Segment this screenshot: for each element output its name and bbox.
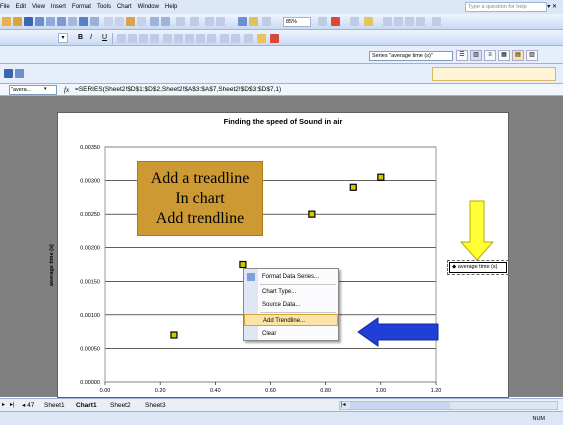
data-point	[349, 183, 357, 191]
status-bar: NUM	[0, 411, 563, 425]
data-point	[239, 260, 247, 269]
scroll-left-icon[interactable]: |◂	[341, 401, 346, 408]
menu-item-chart-type[interactable]: Chart Type...	[244, 286, 338, 298]
excel-window: File Edit View Insert Format Tools Chart…	[0, 0, 563, 425]
legend-entry: average time (s)	[457, 264, 498, 270]
y-tick-label: 0.00150	[80, 279, 100, 285]
menu-item-format-data-series[interactable]: Format Data Series...	[244, 271, 338, 283]
data-point	[170, 331, 178, 339]
scatter-chart: 0.00000 0.00050 0.00100 0.00150 0.00200 0.002…	[80, 145, 495, 394]
y-tick-label: 0.00350	[80, 145, 100, 151]
horizontal-scrollbar[interactable]: |◂	[339, 401, 558, 410]
instruction-callout: Add a treadline In chart Add trendline	[137, 161, 263, 236]
menu-item-source-data[interactable]: Source Data...	[244, 299, 338, 311]
x-tick-label: 1.00	[375, 388, 386, 394]
sheet-count: ◂ 47	[22, 402, 35, 409]
data-point	[308, 210, 316, 218]
menu-item-label: Add Trendline...	[263, 318, 306, 324]
menu-item-label: Clear	[262, 331, 277, 337]
yellow-arrow-shape	[459, 200, 495, 261]
menu-separator	[260, 312, 336, 313]
y-tick-label: 0.00100	[80, 313, 100, 319]
format-series-icon	[247, 273, 255, 281]
callout-line-3: Add trendline	[155, 209, 245, 227]
menu-item-add-trendline[interactable]: Add Trendline...	[244, 314, 338, 326]
y-tick-label: 0.00000	[80, 380, 100, 386]
menu-item-label: Format Data Series...	[262, 274, 320, 280]
next-sheet-icon[interactable]: ▸|	[10, 400, 15, 411]
tab-sheet2[interactable]: Sheet2	[110, 400, 131, 411]
y-tick-label: 0.00300	[80, 179, 100, 185]
blue-arrow-shape	[357, 317, 439, 347]
first-sheet-icon[interactable]: ▸	[2, 400, 5, 411]
x-tick-label: 0.80	[320, 388, 331, 394]
sheet-count-value: 47	[27, 402, 35, 409]
x-tick-label: 0.60	[265, 388, 276, 394]
tab-sheet3[interactable]: Sheet3	[145, 400, 166, 411]
menu-item-label: Source Data...	[262, 302, 301, 308]
data-point	[377, 173, 385, 181]
scrollbar-thumb[interactable]	[350, 402, 450, 409]
y-tick-label: 0.00050	[80, 346, 100, 352]
y-tick-label: 0.00250	[80, 212, 100, 218]
y-tick-label: 0.00200	[80, 246, 100, 252]
y-axis-label: average time (s)	[49, 244, 55, 286]
menu-item-label: Chart Type...	[262, 289, 297, 295]
callout-line-1: Add a treadline	[150, 169, 250, 187]
x-tick-label: 1.20	[431, 388, 442, 394]
num-lock-indicator: NUM	[532, 416, 545, 422]
menu-item-clear[interactable]: Clear	[244, 328, 338, 340]
context-menu: Format Data Series... Chart Type... Sour…	[243, 268, 339, 341]
x-tick-label: 0.40	[210, 388, 221, 394]
tab-sheet1[interactable]: Sheet1	[44, 400, 65, 411]
callout-line-2: In chart	[175, 189, 225, 207]
chart-legend[interactable]: ◆ average time (s)	[449, 262, 507, 273]
sheet-tabs-bar: ▸ ▸| ◂ 47 Sheet1 Chart1 Sheet2 Sheet3 |◂	[0, 398, 563, 411]
x-tick-label: 0.00	[100, 388, 111, 394]
tab-chart1[interactable]: Chart1	[76, 400, 97, 411]
x-tick-label: 0.20	[155, 388, 166, 394]
menu-separator	[260, 284, 336, 285]
